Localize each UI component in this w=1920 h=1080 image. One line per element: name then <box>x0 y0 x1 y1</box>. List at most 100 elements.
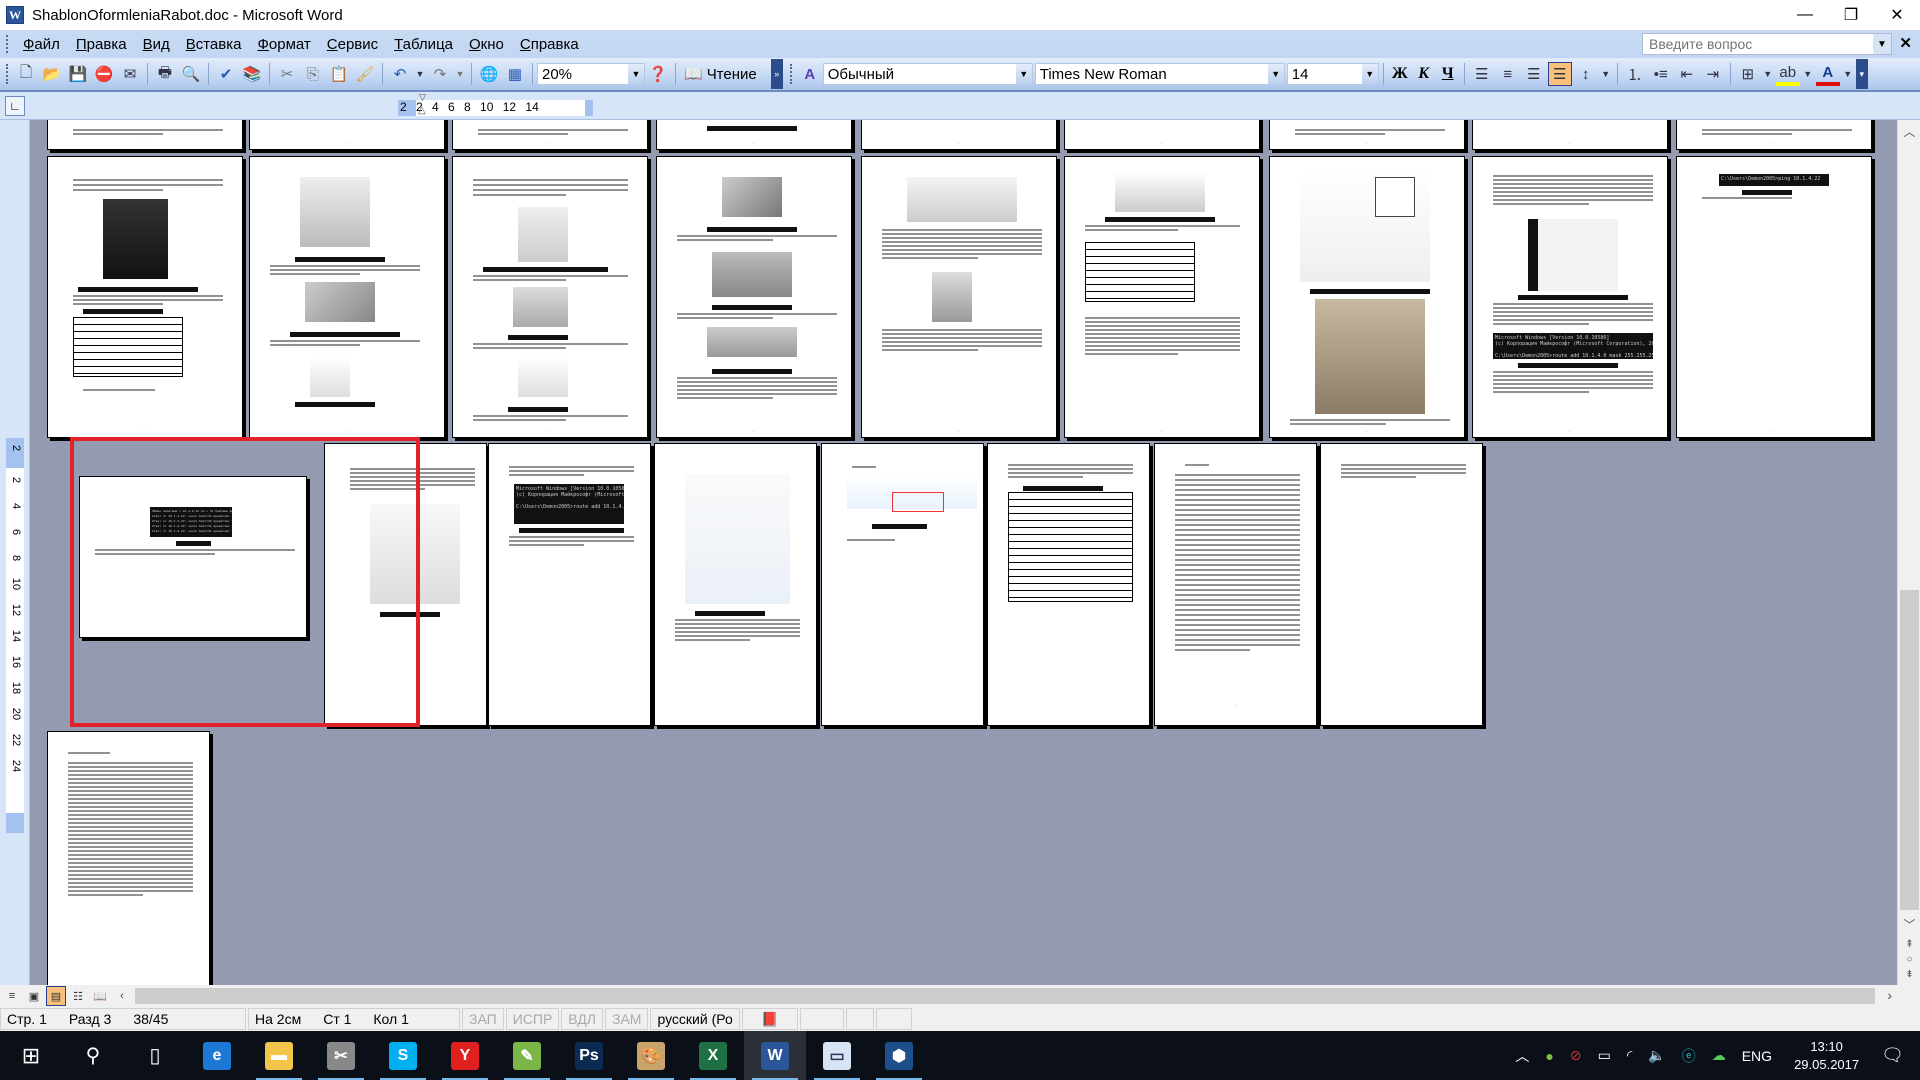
task-view-button[interactable]: ▯ <box>124 1031 186 1080</box>
align-justify-icon[interactable]: ☰ <box>1547 62 1572 86</box>
spelling-icon[interactable]: ✔ <box>214 62 238 86</box>
font-size-select[interactable]: 14 ▼ <box>1286 63 1379 85</box>
italic-button[interactable]: К <box>1412 65 1436 83</box>
taskbar-app-paint[interactable]: 🎨 <box>620 1031 682 1080</box>
clock[interactable]: 13:10 29.05.2017 <box>1794 1038 1859 1074</box>
taskbar-app-word[interactable]: W <box>744 1031 806 1080</box>
network-tray-icon[interactable]: ☁ <box>1712 1047 1726 1064</box>
reading-mode-button[interactable]: 📖 Чтение <box>680 65 761 84</box>
first-line-indent-marker[interactable]: ▽ <box>419 92 426 103</box>
taskbar-app-virtualbox[interactable]: ⬢ <box>868 1031 930 1080</box>
page-thumbnail-row1[interactable]: ·· <box>1676 120 1872 150</box>
close-button[interactable]: ✕ <box>1874 0 1920 30</box>
cut-icon[interactable]: ✂ <box>275 62 299 86</box>
horizontal-scrollbar[interactable]: ≡ ▣ ▤ ☷ 📖 ‹ › <box>0 985 1920 1007</box>
status-page-info[interactable]: Стр. 1 Разд 3 38/45 <box>0 1008 246 1030</box>
battery-icon[interactable]: ▭ <box>1598 1047 1611 1064</box>
bibliography-page-thumbnail[interactable] <box>47 731 210 985</box>
start-button[interactable]: ⊞ <box>0 1031 62 1080</box>
outline-view-icon[interactable]: ☷ <box>68 986 88 1006</box>
highlight-icon[interactable]: ab <box>1775 62 1800 86</box>
tab-selector[interactable]: ∟ <box>5 96 25 116</box>
align-center-icon[interactable]: ≡ <box>1496 62 1520 86</box>
minimize-button[interactable]: — <box>1782 0 1828 30</box>
page-thumbnail-row2[interactable]: ·· <box>47 156 243 438</box>
open-folder-icon[interactable]: 📂 <box>40 62 64 86</box>
page-thumbnail-row3[interactable]: ·· <box>1154 443 1317 726</box>
zoom-select[interactable]: 20% ▼ <box>537 63 645 85</box>
page-thumbnail-row1[interactable]: ·· <box>452 120 648 150</box>
skype-tray-icon[interactable]: ● <box>1545 1048 1553 1064</box>
toolbar-options-icon[interactable]: ▾ <box>1855 59 1868 89</box>
landscape-page-thumbnail[interactable]: Обмен пакетами с 10.1.4.22 по с 32 байта… <box>79 476 307 638</box>
menu-window[interactable]: Окно <box>461 36 512 53</box>
page-thumbnail-row2[interactable]: ·· <box>1064 156 1260 438</box>
scroll-left-icon[interactable]: ‹ <box>112 986 132 1006</box>
taskbar-app-photoshop[interactable]: Ps <box>558 1031 620 1080</box>
search-button[interactable]: ⚲ <box>62 1031 124 1080</box>
blocked-app-tray-icon[interactable]: ⊘ <box>1570 1047 1582 1064</box>
menu-file[interactable]: Файл <box>15 36 68 53</box>
status-record-macro[interactable]: ЗАП <box>462 1008 504 1030</box>
page-thumbnail-row1[interactable]: ·· <box>1064 120 1260 150</box>
action-center-icon[interactable]: 🗨 <box>1881 1045 1904 1066</box>
toolbar-grip[interactable] <box>6 64 9 84</box>
page-thumbnail-row3[interactable]: Microsoft Windows [Version 10.0.10586] (… <box>488 443 651 726</box>
menu-tools[interactable]: Сервис <box>319 36 386 53</box>
help-search-dropdown[interactable]: ▼ <box>1873 34 1891 54</box>
taskbar-app-snipping-tool[interactable]: ✂ <box>310 1031 372 1080</box>
line-spacing-icon[interactable]: ↕ <box>1574 62 1598 86</box>
show-hidden-icons[interactable]: ︿ <box>1515 1046 1529 1066</box>
print-icon[interactable]: 🖶 <box>153 62 177 86</box>
chevron-down-icon[interactable]: ▼ <box>628 64 644 84</box>
menubar-grip[interactable] <box>6 35 9 53</box>
bulleted-list-icon[interactable]: •≡ <box>1649 62 1673 86</box>
taskbar-app-screen-recorder[interactable]: ▭ <box>806 1031 868 1080</box>
page-thumbnail-row3[interactable] <box>1320 443 1483 726</box>
scroll-up-icon[interactable]: ︿ <box>1898 122 1920 140</box>
page-thumbnail-row1[interactable]: ·· <box>656 120 852 150</box>
print-preview-icon[interactable]: 🔍 <box>179 62 203 86</box>
menu-view[interactable]: Вид <box>135 36 178 53</box>
decrease-indent-icon[interactable]: ⇤ <box>1675 62 1699 86</box>
page-thumbnail-row1[interactable]: ·· <box>249 120 445 150</box>
bold-button[interactable]: Ж <box>1388 65 1412 83</box>
chevron-down-icon[interactable]: ▼ <box>1361 64 1378 84</box>
page-thumbnail-row3[interactable] <box>654 443 817 726</box>
align-right-icon[interactable]: ☰ <box>1522 62 1546 86</box>
borders-dropdown-icon[interactable]: ▼ <box>1762 62 1774 86</box>
redo-icon[interactable]: ↷ <box>428 62 452 86</box>
taskbar-app-skype[interactable]: S <box>372 1031 434 1080</box>
toolbar-grip[interactable] <box>789 64 793 84</box>
format-painter-icon[interactable]: 🖌 <box>353 62 377 86</box>
taskbar-app-yandex-browser[interactable]: Y <box>434 1031 496 1080</box>
line-spacing-dropdown-icon[interactable]: ▼ <box>1600 62 1612 86</box>
help-icon[interactable]: ❓ <box>646 62 670 86</box>
align-left-icon[interactable]: ☰ <box>1470 62 1494 86</box>
borders-icon[interactable]: ⊞ <box>1736 62 1760 86</box>
page-thumbnail-row1[interactable]: ·· <box>1269 120 1465 150</box>
next-page-icon[interactable]: ⇟ <box>1898 965 1920 983</box>
close-document-button[interactable]: ✕ <box>1899 34 1912 52</box>
underline-button[interactable]: Ч <box>1436 65 1460 83</box>
undo-dropdown-icon[interactable]: ▼ <box>414 62 426 86</box>
hyperlink-icon[interactable]: 🌐 <box>477 62 501 86</box>
page-thumbnail-row3[interactable] <box>821 443 984 726</box>
increase-indent-icon[interactable]: ⇥ <box>1701 62 1725 86</box>
research-icon[interactable]: 📚 <box>240 62 264 86</box>
new-document-icon[interactable]: 🗋 <box>14 62 38 86</box>
insert-table-icon[interactable]: ▦ <box>503 62 527 86</box>
scroll-right-icon[interactable]: › <box>1887 987 1892 1003</box>
permission-icon[interactable]: ⛔ <box>92 62 116 86</box>
status-extend-selection[interactable]: ВДЛ <box>561 1008 603 1030</box>
horizontal-scroll-thumb[interactable] <box>135 988 1875 1004</box>
document-area[interactable]: ·· ·· ·· ·· ·· ·· ·· ·· ·· ·· ·· ·· ·· ·· ·· ·· Microsof… <box>30 120 1897 985</box>
spelling-status-icon[interactable]: 📕 <box>741 1008 798 1030</box>
save-icon[interactable]: 💾 <box>66 62 90 86</box>
undo-icon[interactable]: ↶ <box>388 62 412 86</box>
email-icon[interactable]: ✉ <box>118 62 142 86</box>
status-track-changes[interactable]: ИСПР <box>505 1008 560 1030</box>
page-thumbnail-row1[interactable]: ·· <box>1472 120 1668 150</box>
status-language[interactable]: русский (Ро <box>650 1008 740 1030</box>
page-thumbnail-row2[interactable]: ·· <box>861 156 1057 438</box>
